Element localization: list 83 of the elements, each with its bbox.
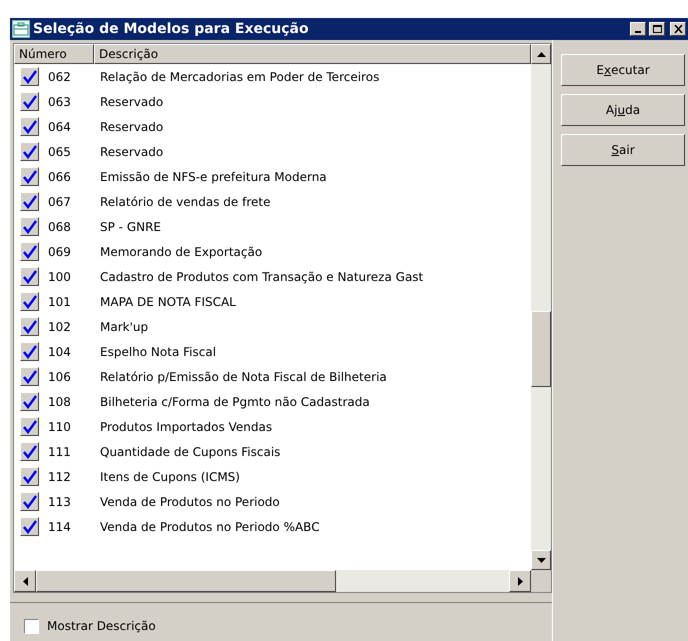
table-cell-text: Emissão de NFS-e prefeitura Moderna	[99, 168, 327, 186]
scrollbar-corner	[531, 570, 551, 592]
briefcase-icon	[12, 20, 30, 38]
checked-checkbox-icon[interactable]	[20, 92, 39, 111]
maximize-button[interactable]	[649, 22, 665, 36]
horizontal-scrollbar[interactable]	[14, 570, 531, 592]
table-cell-text: Produtos Importados Vendas	[99, 418, 272, 436]
checked-checkbox-icon[interactable]	[20, 167, 39, 186]
dialog-button[interactable]: Sair	[561, 134, 685, 166]
minimize-button[interactable]	[630, 22, 646, 36]
scroll-right-button[interactable]	[509, 570, 531, 592]
table-cell-text: 113	[48, 494, 71, 510]
checked-checkbox-icon[interactable]	[20, 292, 39, 311]
table-cell-text: MAPA DE NOTA FISCAL	[99, 294, 236, 310]
table-cell-text: 108	[48, 394, 71, 410]
checked-checkbox-icon[interactable]	[20, 492, 39, 511]
checked-checkbox-icon[interactable]	[20, 192, 39, 211]
table-cell-text: Venda de Produtos no Periodo %ABC	[99, 518, 320, 536]
scroll-left-button[interactable]	[14, 570, 36, 592]
table-cell-text: 063	[48, 94, 71, 110]
window-title: Seleção de Modelos para Execução	[33, 20, 310, 38]
table-cell-text: Quantidade de Cupons Fiscais	[99, 444, 280, 460]
table-cell-text: 100	[48, 268, 71, 286]
table-cell-text: Cadastro de Produtos com Transação e Natureza Gast	[99, 268, 424, 286]
left-arrow-icon	[22, 576, 28, 586]
up-arrow-icon	[536, 52, 546, 56]
table-cell-text: Reservado	[99, 94, 164, 110]
checked-checkbox-icon[interactable]	[20, 117, 39, 136]
checked-checkbox-icon[interactable]	[20, 67, 39, 86]
checked-checkbox-icon[interactable]	[20, 267, 39, 286]
table-cell-text: 069	[48, 244, 71, 260]
table-cell-text: 111	[48, 444, 71, 460]
checked-checkbox-icon[interactable]	[20, 242, 39, 261]
checked-checkbox-icon[interactable]	[20, 467, 39, 486]
checked-checkbox-icon[interactable]	[20, 142, 39, 161]
table-cell-text: 110	[48, 418, 71, 436]
table-cell-text: Memorando de Exportação	[99, 244, 262, 260]
table-cell-text: 101	[48, 294, 71, 310]
table-cell-text: 114	[48, 518, 71, 536]
table-cell-text: 112	[48, 468, 71, 486]
checkbox-icon[interactable]	[24, 618, 39, 634]
vertical-scrollbar[interactable]	[531, 44, 551, 570]
dialog-button[interactable]: Ajuda	[561, 94, 685, 126]
scrollbar-thumb[interactable]	[531, 311, 551, 387]
table-cell-text: 104	[48, 344, 71, 360]
table-cell-text: 065	[48, 144, 71, 160]
table-cell-text: Itens de Cupons (ICMS)	[99, 468, 240, 486]
table-cell-text: Bilheteria c/Forma de Pgmto não Cadastrada	[99, 394, 370, 410]
table-cell-text: Reservado	[99, 144, 164, 160]
checked-checkbox-icon[interactable]	[20, 517, 39, 536]
table-cell-text: Relatório p/Emissão de Nota Fiscal de Bilheteria	[99, 368, 387, 386]
table-cell-text: 106	[48, 368, 71, 386]
right-arrow-icon	[518, 576, 522, 586]
checked-checkbox-icon[interactable]	[20, 392, 39, 411]
table-cell-text: Venda de Produtos no Periodo	[99, 494, 280, 510]
table-cell-text: Relatório de vendas de frete	[99, 194, 270, 210]
table-cell-text: Reservado	[99, 118, 164, 136]
table-cell-text: Espelho Nota Fiscal	[99, 344, 216, 360]
scrollbar-thumb[interactable]	[36, 570, 336, 592]
table-cell-text: 067	[48, 194, 71, 210]
table-cell-text: 064	[48, 118, 71, 136]
checked-checkbox-icon[interactable]	[20, 342, 39, 361]
table-cell-text: 066	[48, 168, 71, 186]
down-arrow-icon	[536, 558, 546, 562]
checked-checkbox-icon[interactable]	[20, 217, 39, 236]
table-cell-text: 068	[48, 218, 71, 236]
checkbox-label[interactable]: Mostrar Descrição	[47, 617, 156, 635]
dialog-button[interactable]: Executar	[561, 54, 685, 86]
checked-checkbox-icon[interactable]	[20, 442, 39, 461]
checked-checkbox-icon[interactable]	[20, 317, 39, 336]
scroll-up-button[interactable]	[531, 44, 551, 64]
checked-checkbox-icon[interactable]	[20, 367, 39, 386]
table-cell-text: 102	[48, 318, 71, 336]
scroll-down-button[interactable]	[531, 550, 551, 570]
table-cell-text: Relação de Mercadorias em Poder de Terceiros	[99, 68, 380, 86]
close-icon	[674, 25, 682, 33]
column-header[interactable]: Descrição	[94, 44, 531, 64]
checked-checkbox-icon[interactable]	[20, 417, 39, 436]
close-button[interactable]	[670, 22, 686, 36]
table-cell-text: 062	[48, 68, 71, 86]
table-cell-text: Mark'up	[99, 318, 148, 336]
table-cell-text: SP - GNRE	[99, 218, 162, 236]
column-header[interactable]: Número	[14, 44, 94, 64]
